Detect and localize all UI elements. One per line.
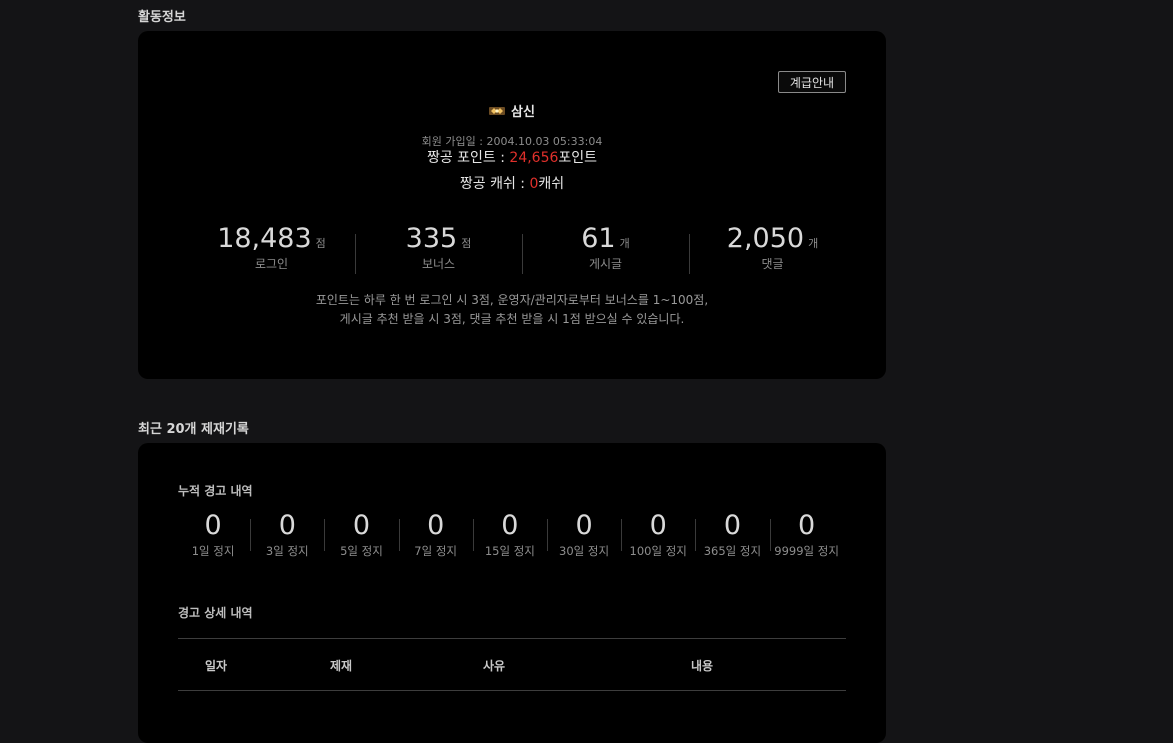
- point-description: 포인트는 하루 한 번 로그인 시 3점, 운영자/관리자로부터 보너스를 1~…: [138, 291, 886, 329]
- point-prefix: 짱공 포인트 :: [426, 150, 510, 166]
- warning-count: 0: [352, 510, 371, 541]
- stat-posts: 61 개 게시글: [522, 223, 689, 274]
- warning-label: 30일 정지: [559, 544, 610, 558]
- warning-label: 365일 정지: [703, 544, 762, 558]
- warning-item: 0 100일 정지: [621, 509, 695, 559]
- stat-label: 게시글: [588, 257, 623, 271]
- warning-count: 0: [501, 510, 519, 541]
- activity-card: 삼신 계급안내 회원 가입일 : 2004.10.03 05:33:04 짱공 …: [138, 31, 886, 379]
- warning-item: 0 9999일 정지: [769, 509, 844, 559]
- stat-unit: 개: [619, 237, 630, 250]
- warning-detail-title: 경고 상세 내역: [178, 606, 253, 620]
- warning-count: 0: [723, 510, 741, 541]
- warning-count: 0: [649, 510, 667, 541]
- warning-label: 9999일 정지: [774, 544, 839, 558]
- warning-item: 0 5일 정지: [324, 509, 398, 559]
- stat-label: 로그인: [254, 257, 289, 271]
- point-value: 24,656: [509, 150, 559, 166]
- stat-value: 2,050: [726, 223, 805, 254]
- warning-label: 15일 정지: [484, 544, 535, 558]
- point-suffix: 포인트: [558, 150, 598, 166]
- warning-count: 0: [575, 510, 593, 541]
- point-line: 짱공 포인트 : 24,656포인트: [138, 147, 886, 167]
- activity-stats: 18,483 점 로그인 335 점 보너스 61 개 게시글 2,050 개 댓글: [188, 223, 856, 274]
- desc-line: 포인트는 하루 한 번 로그인 시 3점, 운영자/관리자로부터 보너스를 1~…: [315, 293, 709, 307]
- activity-section-title: 활동정보: [138, 10, 186, 25]
- warning-count: 0: [798, 510, 816, 541]
- stat-login: 18,483 점 로그인: [188, 223, 355, 272]
- warning-label: 100일 정지: [629, 544, 687, 558]
- stat-value: 61: [581, 223, 616, 254]
- stat-bonus: 335 점 보너스: [355, 223, 522, 274]
- stat-label: 댓글: [761, 257, 784, 271]
- warning-count: 0: [427, 510, 445, 541]
- column-reason: 사유: [483, 659, 506, 673]
- warning-label: 7일 정지: [414, 544, 458, 558]
- warning-label: 5일 정지: [340, 544, 383, 558]
- warning-item: 0 7일 정지: [398, 509, 473, 559]
- penalty-card: 누적 경고 내역 0 1일 정지 0 3일 정지 0 5일 정지 0 7일 정지 0 15…: [138, 443, 886, 743]
- warning-count: 0: [278, 510, 296, 541]
- warning-label: 3일 정지: [265, 544, 309, 558]
- stat-value: 335: [405, 223, 458, 254]
- desc-line: 게시글 추천 받을 시 3점, 댓글 추천 받을 시 1점 받으실 수 있습니다…: [339, 312, 685, 326]
- cash-line: 짱공 캐쉬 : 0캐쉬: [138, 173, 886, 193]
- column-content: 내용: [691, 659, 714, 673]
- cash-suffix: 캐쉬: [538, 176, 565, 192]
- stat-label: 보너스: [421, 257, 456, 271]
- stat-unit: 점: [315, 237, 326, 250]
- stat-unit: 점: [461, 237, 472, 250]
- rank-badge-icon: [489, 105, 506, 117]
- column-sanction: 제재: [330, 659, 353, 673]
- warning-item: 0 365일 정지: [695, 509, 769, 559]
- warning-label: 1일 정지: [191, 544, 235, 558]
- grade-guide-button[interactable]: 계급안내: [778, 71, 846, 93]
- penalty-section-title: 최근 20개 제재기록: [138, 422, 249, 437]
- warning-counts: 0 1일 정지 0 3일 정지 0 5일 정지 0 7일 정지 0 15일 정지 0 30일…: [176, 509, 844, 559]
- warning-item: 0 3일 정지: [250, 509, 324, 559]
- rank: 삼신: [138, 101, 886, 120]
- stat-value: 18,483: [217, 223, 312, 254]
- column-date: 일자: [205, 659, 228, 673]
- cumulative-warning-title: 누적 경고 내역: [178, 484, 253, 498]
- rank-name: 삼신: [511, 105, 535, 120]
- warning-table-header: 일자 제재 사유 내용: [178, 638, 846, 691]
- warning-item: 0 1일 정지: [176, 509, 250, 559]
- warning-count: 0: [204, 510, 222, 541]
- warning-item: 0 30일 정지: [546, 509, 621, 559]
- stat-unit: 개: [808, 237, 819, 250]
- warning-item: 0 15일 정지: [472, 509, 547, 559]
- stat-comments: 2,050 개 댓글: [689, 223, 856, 274]
- cash-prefix: 짱공 캐쉬 :: [459, 176, 530, 192]
